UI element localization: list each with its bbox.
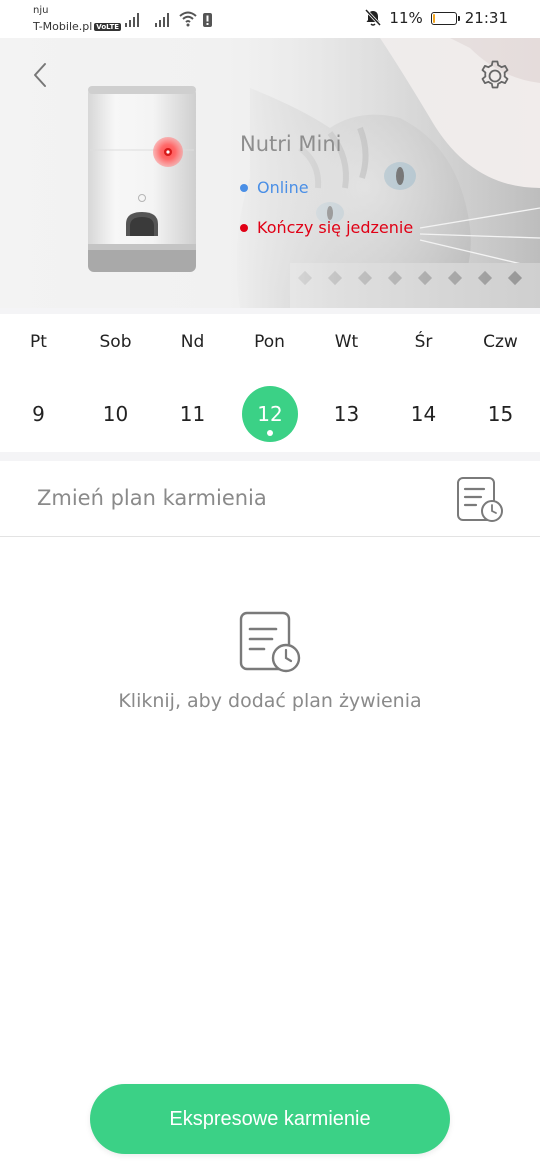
day-name: Pon: [254, 332, 285, 352]
status-right: 11% 21:31: [365, 9, 508, 27]
battery-icon: [430, 11, 460, 25]
battery-percent: 11%: [389, 9, 423, 27]
day-name: Wt: [334, 332, 359, 352]
device-name: Nutri Mini: [240, 132, 342, 156]
day-name: Pt: [30, 332, 47, 352]
status-icons: [125, 11, 212, 27]
empty-plan-icon[interactable]: [238, 611, 302, 675]
back-chevron-icon[interactable]: [26, 60, 56, 90]
clock: 21:31: [464, 9, 508, 27]
online-status-label: Online: [257, 178, 309, 197]
carrier-name: nju: [33, 5, 49, 16]
food-low-status: Kończy się jedzenie: [240, 218, 413, 237]
change-feeding-plan-row[interactable]: Zmień plan karmienia: [0, 461, 540, 537]
day-name: Sob: [99, 332, 132, 352]
battery-level: [432, 13, 435, 23]
cat-background-image: [0, 38, 540, 308]
day-name: Śr: [414, 332, 433, 352]
day-name: Nd: [180, 332, 205, 352]
express-feeding-button[interactable]: Ekspresowe karmienie: [90, 1084, 450, 1154]
signal-icon: [155, 13, 169, 27]
schedule-document-icon[interactable]: [456, 476, 504, 524]
day-number[interactable]: 10: [77, 402, 154, 426]
online-status: Online: [240, 178, 309, 197]
volte-badge: VoLTE: [94, 23, 121, 31]
online-dot: [240, 183, 248, 192]
device-header: Nutri Mini Online Kończy się jedzenie: [0, 38, 540, 308]
feeder-device-image: [88, 86, 196, 272]
wifi-icon: [179, 11, 197, 27]
day-number[interactable]: 9: [0, 402, 77, 426]
day-name: Czw: [483, 332, 518, 352]
day-number[interactable]: 15: [462, 402, 539, 426]
week-calendar: Pt Sob Nd Pon Wt Śr Czw 9 10 11 12 13 14…: [0, 314, 540, 452]
change-plan-label: Zmień plan karmienia: [37, 486, 267, 510]
day-number[interactable]: 11: [154, 402, 231, 426]
today-dot: [267, 430, 273, 436]
empty-plan-hint[interactable]: Kliknij, aby dodać plan żywienia: [0, 690, 540, 712]
food-low-label: Kończy się jedzenie: [257, 218, 414, 237]
carrier-network-label: T-Mobile.pl: [33, 20, 93, 33]
carrier-network: T-Mobile.pl VoLTE: [33, 20, 121, 33]
selected-day-number[interactable]: 12: [242, 402, 298, 426]
divider: [0, 452, 540, 461]
notification-icon: [203, 13, 212, 27]
mute-bell-icon: [365, 9, 382, 27]
day-number[interactable]: 13: [308, 402, 385, 426]
gear-icon[interactable]: [478, 59, 512, 93]
day-number[interactable]: 14: [385, 402, 462, 426]
status-bar: nju T-Mobile.pl VoLTE 11% 21:31: [0, 0, 540, 38]
warning-dot: [240, 223, 248, 232]
signal-icon: [125, 13, 139, 27]
